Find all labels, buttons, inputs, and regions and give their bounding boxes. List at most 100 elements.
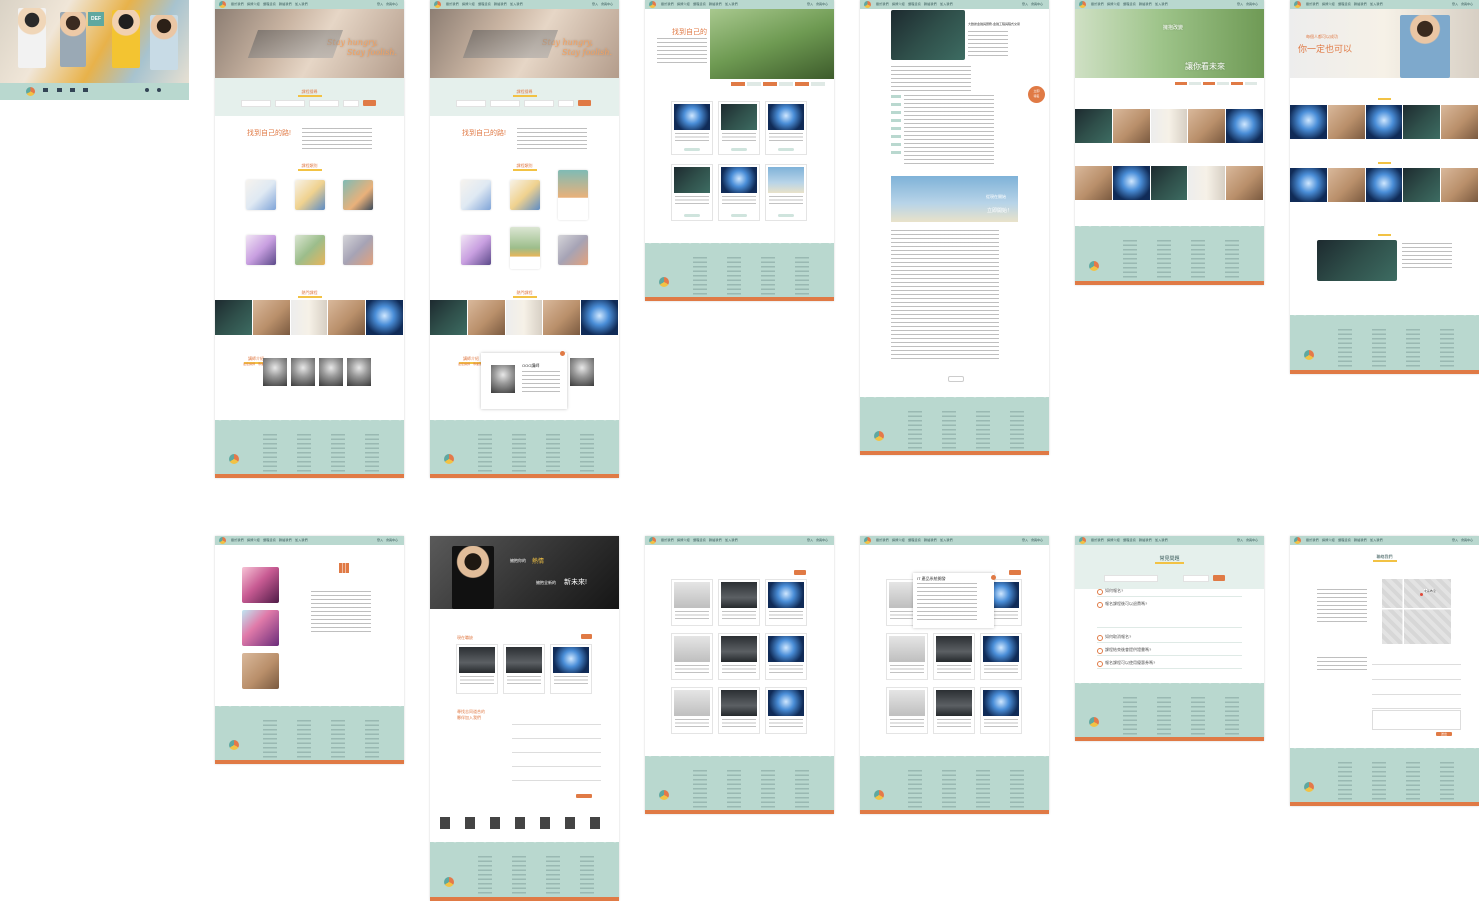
home-icon[interactable] — [43, 88, 48, 92]
logo-icon[interactable] — [649, 537, 656, 544]
category-illustration-3-hover[interactable] — [558, 170, 588, 220]
grid-filter-button[interactable] — [794, 570, 806, 575]
category-illustration-2[interactable] — [510, 180, 540, 210]
nav-links[interactable]: 關於我們 講師介紹 課程資訊 聯絡我們 加入我們 — [876, 2, 953, 6]
join-filter-button[interactable] — [581, 634, 592, 639]
search-button[interactable] — [578, 100, 591, 106]
nav-right-links[interactable]: 登入 會員中心 — [1237, 2, 1258, 6]
grid-card[interactable] — [933, 687, 975, 734]
category-illustration-4[interactable] — [461, 235, 491, 265]
faq-search-button[interactable] — [1213, 575, 1225, 581]
hot-course-strip[interactable] — [215, 300, 404, 335]
nav-right-links[interactable]: 登入 會員中心 — [1452, 2, 1473, 6]
teacher-photo-1[interactable] — [263, 358, 287, 386]
grid-card[interactable] — [765, 687, 807, 734]
contact-form-field-2[interactable] — [1372, 673, 1461, 680]
category-illustration-1[interactable] — [461, 180, 491, 210]
footer-logo-icon[interactable] — [659, 277, 669, 287]
course-card[interactable] — [718, 101, 760, 155]
faq-category-select[interactable] — [1183, 575, 1209, 582]
nav-links[interactable]: 關於我們 講師介紹 課程資訊 聯絡我們 加入我們 — [231, 538, 308, 542]
nav-right-links[interactable]: 登入 會員中心 — [592, 2, 613, 6]
faq-search-input[interactable] — [1104, 575, 1158, 582]
job-card[interactable] — [503, 644, 545, 694]
logo-icon[interactable] — [649, 1, 656, 8]
person-icon[interactable] — [70, 88, 75, 92]
gallery-grid-icon[interactable] — [339, 563, 349, 573]
faq-item[interactable]: 報名課程可以使用優惠券嗎? — [1097, 660, 1242, 669]
hot-course-strip[interactable] — [430, 300, 619, 335]
logo-icon[interactable] — [1294, 1, 1301, 8]
grid-card[interactable] — [671, 687, 713, 734]
category-illustration-4[interactable] — [246, 235, 276, 265]
future-tabs[interactable] — [1175, 82, 1259, 85]
apply-form-field-2[interactable] — [512, 732, 601, 739]
grid-card[interactable] — [718, 633, 760, 680]
job-card[interactable] — [456, 644, 498, 694]
grid-card[interactable] — [765, 633, 807, 680]
career-photo-strip-2[interactable] — [1290, 168, 1479, 202]
nav-links[interactable]: 關於我們 講師介紹 課程資訊 聯絡我們 加入我們 — [1306, 538, 1383, 542]
grid-card[interactable] — [765, 579, 807, 626]
footer-logo-icon[interactable] — [1304, 350, 1314, 360]
faq-item[interactable]: 如何報名? — [1097, 588, 1242, 597]
contact-map[interactable]: 北區教室 — [1382, 579, 1451, 644]
grid-card[interactable] — [671, 579, 713, 626]
footer-logo-icon[interactable] — [444, 454, 454, 464]
cta-banner[interactable]: 從現在開始 立即開始！ — [891, 176, 1018, 222]
nav-links[interactable]: 關於我們 講師介紹 課程資訊 聯絡我們 加入我們 — [231, 2, 308, 6]
search-input-1[interactable] — [241, 100, 271, 107]
footer-logo-icon[interactable] — [229, 740, 239, 750]
logo-icon[interactable] — [1079, 1, 1086, 8]
nav-right-links[interactable]: 登入 會員中心 — [377, 538, 398, 542]
footer-logo-icon[interactable] — [659, 790, 669, 800]
contact-submit-button[interactable]: 送出 — [1436, 732, 1452, 736]
nav-links[interactable]: 關於我們 講師介紹 課程資訊 聯絡我們 加入我們 — [661, 2, 738, 6]
footer-logo-icon[interactable] — [1089, 261, 1099, 271]
course-card[interactable] — [718, 164, 760, 221]
course-card[interactable] — [671, 101, 713, 155]
nav-right-links[interactable]: 登入 會員中心 — [1452, 538, 1473, 542]
category-illustration-6[interactable] — [558, 235, 588, 265]
apply-form-field-5[interactable] — [512, 774, 601, 781]
gallery-photo-2[interactable] — [242, 610, 279, 646]
logo-icon[interactable] — [434, 1, 441, 8]
category-illustration-3[interactable] — [343, 180, 373, 210]
faq-item[interactable]: 如何取消報名? — [1097, 634, 1242, 643]
teacher-photo-4[interactable] — [570, 358, 594, 386]
nav-links[interactable]: 關於我們 講師介紹 課程資訊 聯絡我們 加入我們 — [1091, 538, 1168, 542]
search-input-1[interactable] — [456, 100, 486, 107]
user-icon[interactable] — [157, 88, 161, 92]
gallery-photo-3[interactable] — [242, 653, 279, 689]
search-input-3[interactable] — [524, 100, 554, 107]
footer-logo-icon[interactable] — [874, 790, 884, 800]
future-photo-strip-1[interactable] — [1075, 109, 1264, 143]
nav-right-links[interactable]: 登入 會員中心 — [807, 2, 828, 6]
logo-icon[interactable] — [864, 537, 871, 544]
teacher-photo-2[interactable] — [291, 358, 315, 386]
help-icon[interactable] — [145, 88, 149, 92]
close-icon[interactable] — [560, 351, 565, 356]
grid-card[interactable] — [718, 579, 760, 626]
contact-message-area[interactable] — [1372, 710, 1461, 730]
teacher-photo-4[interactable] — [347, 358, 371, 386]
nav-right-links[interactable]: 登入 會員中心 — [1237, 538, 1258, 542]
contact-form-field-4[interactable] — [1372, 702, 1461, 709]
faq-item[interactable]: 課程結束後會提供證書嗎? — [1097, 647, 1242, 656]
category-tabs[interactable] — [731, 82, 827, 86]
career-photo-strip-1[interactable] — [1290, 105, 1479, 139]
gallery-photo-1[interactable] — [242, 567, 279, 603]
footer-logo-icon[interactable] — [444, 877, 454, 887]
apply-form-field-4[interactable] — [512, 760, 601, 767]
logo-icon[interactable] — [26, 87, 35, 96]
footer-logo-icon[interactable] — [1304, 782, 1314, 792]
nav-right-links[interactable]: 登入 會員中心 — [377, 2, 398, 6]
category-illustration-2[interactable] — [295, 180, 325, 210]
career-feature-photo[interactable] — [1317, 240, 1397, 281]
logo-icon[interactable] — [864, 1, 871, 8]
faq-item[interactable]: 報名課程後可以退費嗎? — [1097, 601, 1242, 628]
nav-links[interactable]: 關於我們 講師介紹 課程資訊 聯絡我們 加入我們 — [1306, 2, 1383, 6]
apply-form-field-3[interactable] — [512, 746, 601, 753]
category-illustration-5-hover[interactable] — [510, 227, 540, 269]
grid-card[interactable] — [886, 687, 928, 734]
